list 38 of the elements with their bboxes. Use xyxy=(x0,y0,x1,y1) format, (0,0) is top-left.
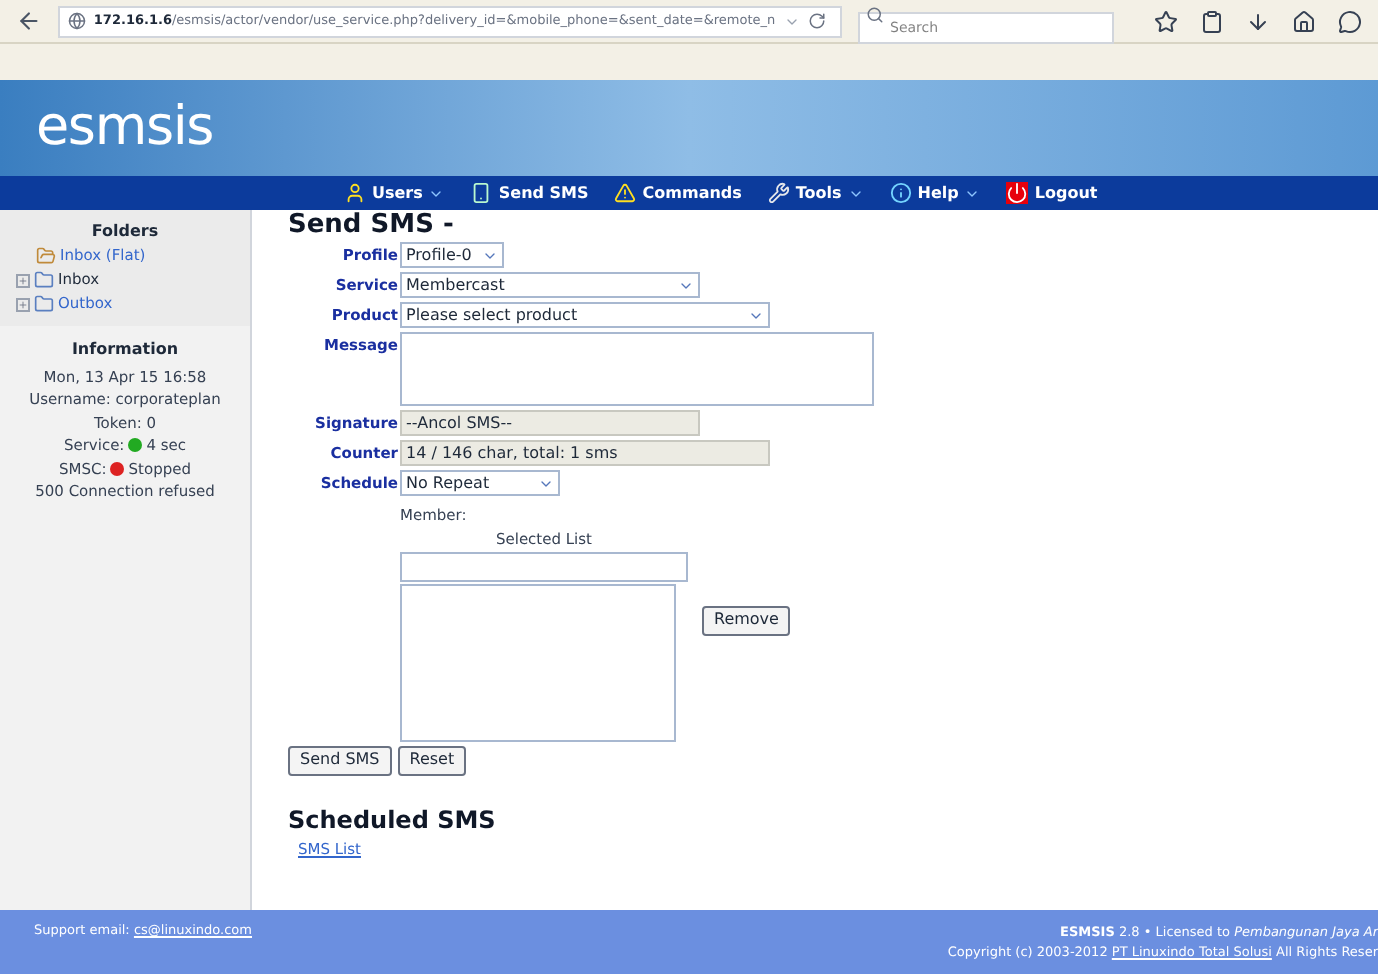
form-button[interactable]: Send SMS xyxy=(288,745,392,775)
nav-item[interactable]: Logout xyxy=(1006,181,1098,205)
select-field[interactable]: Profile-0 xyxy=(400,242,504,268)
remove-button[interactable]: Remove xyxy=(702,605,791,635)
scheduled-heading: Scheduled SMS xyxy=(288,803,498,837)
phone-icon xyxy=(470,182,493,204)
select-field[interactable]: Please select product xyxy=(400,302,770,328)
logo-text: esmsis xyxy=(36,93,214,162)
chat-icon[interactable] xyxy=(1338,9,1362,33)
readonly-field: --Ancol SMS-- xyxy=(400,410,700,436)
reload-icon[interactable] xyxy=(807,12,826,30)
globe-icon xyxy=(67,12,86,30)
selected-list-input[interactable] xyxy=(400,551,688,581)
download-icon[interactable] xyxy=(1246,9,1270,33)
clipboard-icon[interactable] xyxy=(1200,9,1224,33)
home-icon[interactable] xyxy=(1292,9,1316,33)
star-icon[interactable] xyxy=(1154,9,1178,33)
back-icon[interactable] xyxy=(16,8,42,34)
select-field[interactable]: No Repeat xyxy=(400,470,560,496)
nav-item[interactable]: Commands xyxy=(614,181,742,205)
nav-item[interactable]: Tools xyxy=(767,181,864,205)
nav-item[interactable]: Help xyxy=(889,181,981,205)
folder-icon xyxy=(34,294,54,314)
warning-icon xyxy=(614,182,637,204)
wrench-icon xyxy=(767,182,790,204)
user-icon xyxy=(344,182,366,204)
form-button[interactable]: Reset xyxy=(397,745,467,775)
select-field[interactable]: Membercast xyxy=(400,272,700,298)
folders-heading: Folders xyxy=(89,220,161,244)
folder-icon xyxy=(36,246,56,266)
folder-icon xyxy=(34,270,54,290)
nav-item[interactable]: Send SMS xyxy=(470,181,589,205)
nav-item[interactable]: Users xyxy=(344,181,445,205)
readonly-field: 14 / 146 char, total: 1 sms xyxy=(400,440,770,466)
page-title: Send SMS - xyxy=(288,212,456,240)
info-icon xyxy=(889,182,912,204)
power-icon xyxy=(1006,182,1029,204)
information-heading: Information xyxy=(71,338,179,361)
